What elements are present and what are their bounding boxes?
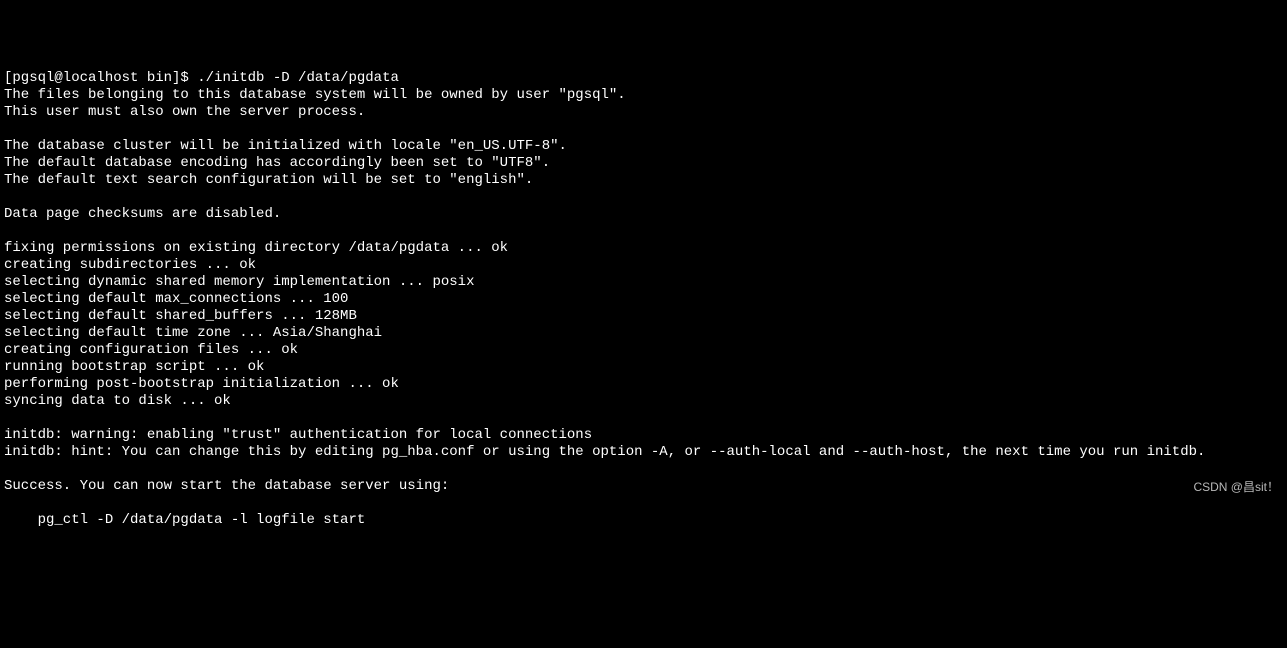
shell-command: ./initdb -D /data/pgdata: [197, 70, 399, 86]
terminal-output[interactable]: [pgsql@localhost bin]$ ./initdb -D /data…: [4, 70, 1283, 529]
watermark-text: CSDN @昌sit！: [1193, 479, 1279, 496]
shell-prompt: [pgsql@localhost bin]$: [4, 70, 197, 86]
terminal-lines: The files belonging to this database sys…: [4, 87, 1205, 528]
